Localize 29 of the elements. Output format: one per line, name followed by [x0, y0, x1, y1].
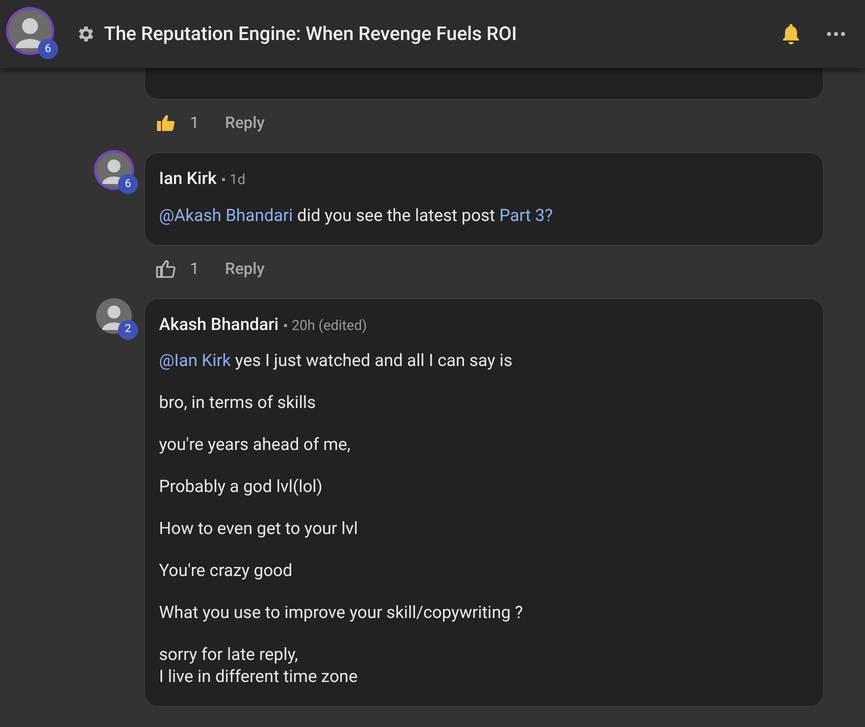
thumbs-up-icon[interactable]	[156, 260, 176, 278]
author-name[interactable]: Akash Bhandari	[159, 312, 279, 338]
bell-icon[interactable]	[781, 23, 801, 45]
more-icon[interactable]	[827, 32, 845, 36]
like-count: 1	[190, 112, 199, 134]
comment-text: @Ian Kirk yes I just watched and all I can say is	[159, 350, 514, 372]
level-badge: 2	[118, 320, 138, 340]
comment-text: You're crazy good	[159, 560, 294, 582]
reply-button[interactable]: Reply	[225, 111, 265, 135]
comment-text: Probably a god lvl(lol)	[159, 476, 324, 498]
mention-link[interactable]: @Akash Bhandari	[159, 206, 293, 226]
settings-icon[interactable]	[76, 24, 96, 44]
comment-time: 1d	[230, 171, 246, 190]
comment-text: What you use to improve your skill/copywriting ?	[159, 602, 524, 624]
reply-button[interactable]: Reply	[225, 256, 265, 280]
like-count: 1	[190, 258, 199, 280]
mention-link[interactable]: @Ian Kirk	[159, 351, 231, 371]
comment-text: @Akash Bhandari did you see the latest post Part 3?	[159, 204, 554, 226]
page-title: The Reputation Engine: When Revenge Fuels ROI	[104, 20, 517, 47]
thumbs-up-icon[interactable]	[156, 114, 176, 132]
comment-text: sorry for late reply, I live in different time zone	[159, 644, 359, 688]
comment-time: 20h (edited)	[292, 316, 367, 336]
comment-text: you're years ahead of me,	[159, 434, 352, 456]
level-badge: 6	[118, 174, 138, 194]
comment-text: How to even get to your lvl	[159, 518, 359, 540]
author-name[interactable]: Ian Kirk	[159, 167, 217, 192]
level-badge: 6	[38, 39, 58, 59]
post-link[interactable]: Part 3?	[499, 206, 553, 226]
comment-text: bro, in terms of skills	[159, 392, 317, 414]
